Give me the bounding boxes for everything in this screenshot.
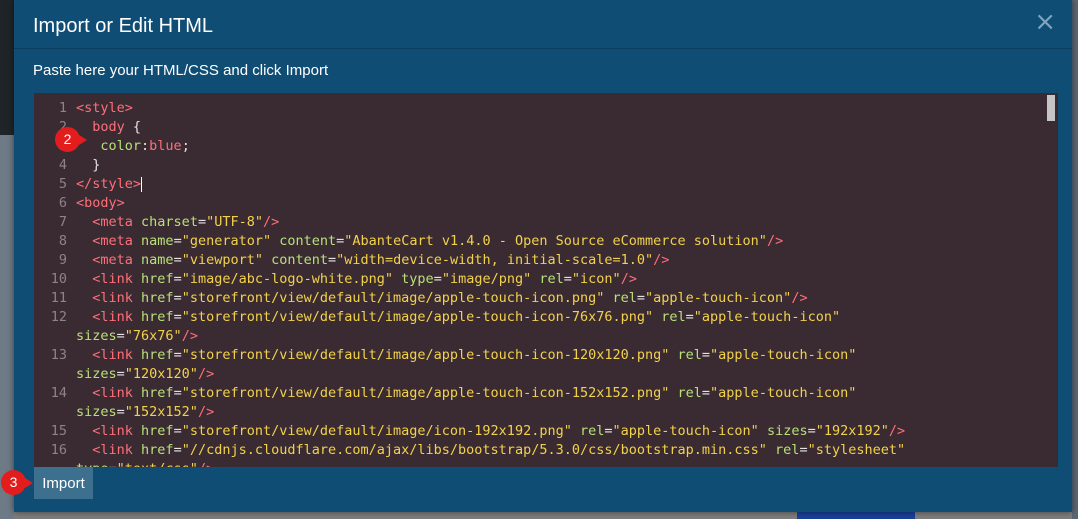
step-2-badge: 2 — [55, 127, 87, 152]
code-editor[interactable]: 1 <style> 2 body { 3 color:blue; 4 } 5 </s… — [34, 93, 1058, 467]
line-number: 10 — [50, 271, 67, 287]
code-line: 5 </style> — [34, 175, 1044, 194]
close-icon[interactable]: × — [1034, 9, 1056, 35]
code-text: <link href="storefront/view/default/imag… — [92, 385, 857, 401]
modal-instruction: Paste here your HTML/CSS and click Impor… — [33, 62, 329, 79]
code-line: 15 <link href="storefront/view/default/i… — [34, 422, 1044, 441]
code-line-wrap: sizes="120x120"/> — [76, 366, 215, 382]
code-line: 4 } — [34, 156, 1044, 175]
text-cursor — [141, 176, 143, 192]
code-line: 12 <link href="storefront/view/default/i… — [34, 308, 1044, 327]
line-number: 16 — [50, 442, 67, 458]
modal-title: Import or Edit HTML — [33, 15, 214, 37]
line-number: 7 — [58, 214, 67, 230]
code-line: 1 <style> — [34, 99, 1044, 118]
code-line: 11 <link href="storefront/view/default/i… — [34, 289, 1044, 308]
code-line: 7 <meta charset="UTF-8"/> — [34, 213, 1044, 232]
line-number: 12 — [50, 309, 67, 325]
line-number: 1 — [58, 100, 67, 116]
code-text: </style> — [76, 176, 143, 192]
line-number: 11 — [50, 290, 67, 306]
code-text: <meta name="viewport" content="width=dev… — [92, 252, 670, 268]
background-page-left-dark — [0, 0, 14, 135]
code-line-wrap: sizes="152x152"/> — [76, 404, 215, 420]
code-text: <meta name="generator" content="AbanteCa… — [92, 233, 784, 249]
background-page-bottom-button — [797, 512, 915, 519]
editor-code-area[interactable]: 1 <style> 2 body { 3 color:blue; 4 } 5 </s… — [34, 99, 1044, 467]
code-line: 8 <meta name="generator" content="Abante… — [34, 232, 1044, 251]
code-text: <style> — [76, 100, 133, 116]
code-line: 10 <link href="image/abc-logo-white.png"… — [34, 270, 1044, 289]
code-text: } — [92, 157, 101, 173]
code-line-wrap: type="text/css"/> — [34, 460, 1044, 467]
code-line: 14 <link href="storefront/view/default/i… — [34, 384, 1044, 403]
scrollbar-thumb[interactable] — [1047, 95, 1055, 121]
editor-scrollbar[interactable] — [1044, 93, 1058, 467]
code-line: 2 body { — [34, 118, 1044, 137]
line-number: 9 — [58, 252, 67, 268]
code-text: <link href="storefront/view/default/imag… — [92, 309, 841, 325]
code-line: 16 <link href="//cdnjs.cloudflare.com/aj… — [34, 441, 1044, 460]
line-number: 14 — [50, 385, 67, 401]
code-text: <link href="storefront/view/default/imag… — [92, 290, 808, 306]
code-text: <link href="storefront/view/default/imag… — [92, 423, 906, 439]
line-number: 6 — [58, 195, 67, 211]
import-html-modal: Import or Edit HTML × Paste here your HT… — [14, 0, 1072, 512]
background-page-right — [1072, 0, 1078, 519]
code-line: 3 color:blue; — [34, 137, 1044, 156]
code-line: 9 <meta name="viewport" content="width=d… — [34, 251, 1044, 270]
modal-header: Import or Edit HTML × — [14, 0, 1072, 49]
code-line-wrap: sizes="76x76"/> — [76, 328, 198, 344]
code-text: <link href="//cdnjs.cloudflare.com/ajax/… — [92, 442, 906, 458]
code-line: 6 <body> — [34, 194, 1044, 213]
line-number: 13 — [50, 347, 67, 363]
import-button[interactable]: Import — [34, 467, 93, 499]
step-3-badge: 3 — [1, 470, 33, 495]
line-number: 8 — [58, 233, 67, 249]
code-text: color:blue; — [100, 138, 190, 154]
code-line: 13 <link href="storefront/view/default/i… — [34, 346, 1044, 365]
code-text: <meta charset="UTF-8"/> — [92, 214, 280, 230]
line-number: 15 — [50, 423, 67, 439]
line-number: 4 — [58, 157, 67, 173]
code-text: <link href="image/abc-logo-white.png" ty… — [92, 271, 637, 287]
line-number: 5 — [58, 176, 67, 192]
code-text: <body> — [76, 195, 125, 211]
code-text: <link href="storefront/view/default/imag… — [92, 347, 857, 363]
